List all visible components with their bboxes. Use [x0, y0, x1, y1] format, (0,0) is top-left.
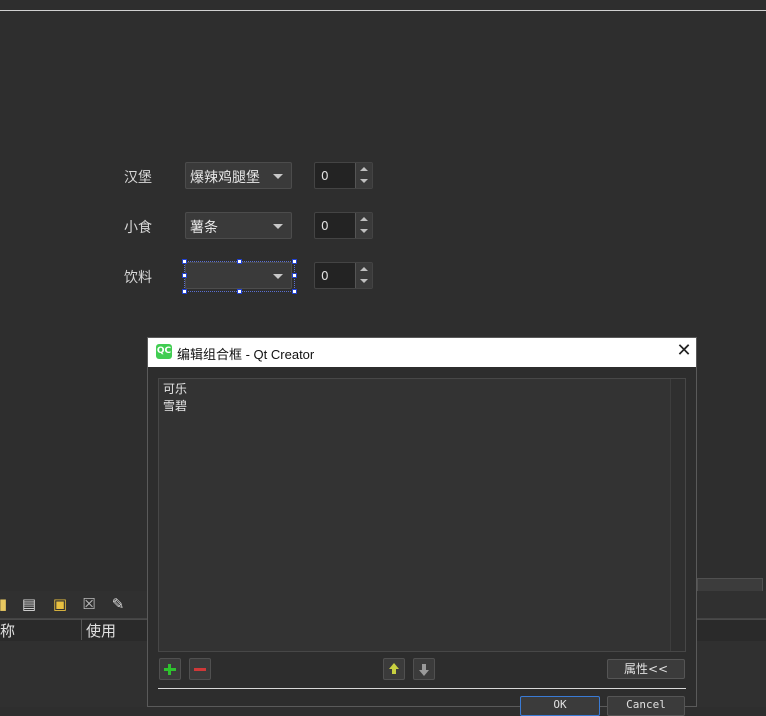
- dialog-separator: [158, 688, 686, 689]
- chevron-down-icon: [273, 224, 283, 229]
- resize-handle[interactable]: [292, 259, 297, 264]
- drink-quantity-spinbox[interactable]: 0: [314, 262, 373, 289]
- list-scrollbar[interactable]: [670, 379, 685, 651]
- move-down-button[interactable]: [413, 658, 435, 680]
- snack-combobox-value: 薯条: [190, 220, 218, 236]
- action-table-header: [0, 619, 147, 642]
- spin-buttons[interactable]: [355, 263, 372, 288]
- spin-buttons[interactable]: [355, 213, 372, 238]
- canvas-top-border: [0, 10, 766, 11]
- spin-up-icon[interactable]: [360, 217, 368, 221]
- resize-handle[interactable]: [182, 259, 187, 264]
- move-up-button[interactable]: [383, 658, 405, 680]
- chevron-down-icon: [273, 174, 283, 179]
- snack-combobox[interactable]: 薯条: [185, 212, 292, 239]
- selection-outline: [184, 261, 295, 292]
- paste-file-icon[interactable]: ▣: [51, 595, 69, 613]
- delete-icon[interactable]: ☒: [80, 595, 98, 613]
- burger-quantity-spinbox[interactable]: 0: [314, 162, 373, 189]
- list-item[interactable]: 可乐: [163, 380, 187, 397]
- burger-combobox[interactable]: 爆辣鸡腿堡: [185, 162, 292, 189]
- resize-handle[interactable]: [182, 289, 187, 294]
- spin-down-icon[interactable]: [360, 279, 368, 283]
- ok-button[interactable]: OK: [520, 696, 600, 716]
- properties-toggle-button[interactable]: 属性<<: [607, 659, 685, 679]
- resize-handle[interactable]: [292, 273, 297, 278]
- column-header-used[interactable]: 使用: [86, 620, 116, 641]
- dialog-titlebar: QC 编辑组合框 - Qt Creator ✕: [148, 338, 696, 367]
- cancel-button[interactable]: Cancel: [607, 696, 685, 716]
- edit-combobox-dialog: QC 编辑组合框 - Qt Creator ✕ 可乐 雪碧 属性<< OK Ca…: [147, 337, 697, 716]
- dialog-title: 编辑组合框 - Qt Creator: [177, 347, 315, 362]
- horizontal-scrollbar[interactable]: [697, 578, 763, 592]
- column-header-name[interactable]: 称: [0, 620, 15, 641]
- drink-quantity-value: 0: [321, 269, 329, 283]
- action-table-header-right: [697, 619, 766, 642]
- list-item[interactable]: 雪碧: [163, 397, 187, 414]
- wrench-icon[interactable]: ✎: [109, 595, 127, 613]
- remove-item-button[interactable]: [189, 658, 211, 680]
- column-divider: [81, 619, 82, 640]
- snack-quantity-value: 0: [321, 219, 329, 233]
- spin-buttons[interactable]: [355, 163, 372, 188]
- minus-icon: [194, 668, 206, 671]
- close-icon[interactable]: ✕: [676, 342, 692, 360]
- arrow-down-icon: [419, 670, 429, 676]
- snack-quantity-spinbox[interactable]: 0: [314, 212, 373, 239]
- label-snack: 小食: [124, 220, 152, 236]
- spin-down-icon[interactable]: [360, 179, 368, 183]
- label-drink: 饮料: [124, 270, 152, 286]
- qt-creator-logo-icon: QC: [156, 344, 172, 359]
- label-burger: 汉堡: [124, 170, 152, 186]
- resize-handle[interactable]: [237, 289, 242, 294]
- arrow-up-icon-stem: [392, 669, 396, 674]
- resize-handle[interactable]: [237, 259, 242, 264]
- resize-handle[interactable]: [292, 289, 297, 294]
- plus-icon-stroke: [168, 664, 171, 675]
- spin-up-icon[interactable]: [360, 267, 368, 271]
- items-list[interactable]: 可乐 雪碧: [158, 378, 686, 652]
- spin-down-icon[interactable]: [360, 229, 368, 233]
- burger-combobox-value: 爆辣鸡腿堡: [190, 170, 260, 186]
- resize-handle[interactable]: [182, 273, 187, 278]
- open-file-icon[interactable]: ▤: [20, 595, 38, 613]
- burger-quantity-value: 0: [321, 169, 329, 183]
- add-item-button[interactable]: [159, 658, 181, 680]
- new-file-icon[interactable]: ▮: [0, 595, 12, 613]
- bottom-toolbar-right: [697, 591, 766, 619]
- spin-up-icon[interactable]: [360, 167, 368, 171]
